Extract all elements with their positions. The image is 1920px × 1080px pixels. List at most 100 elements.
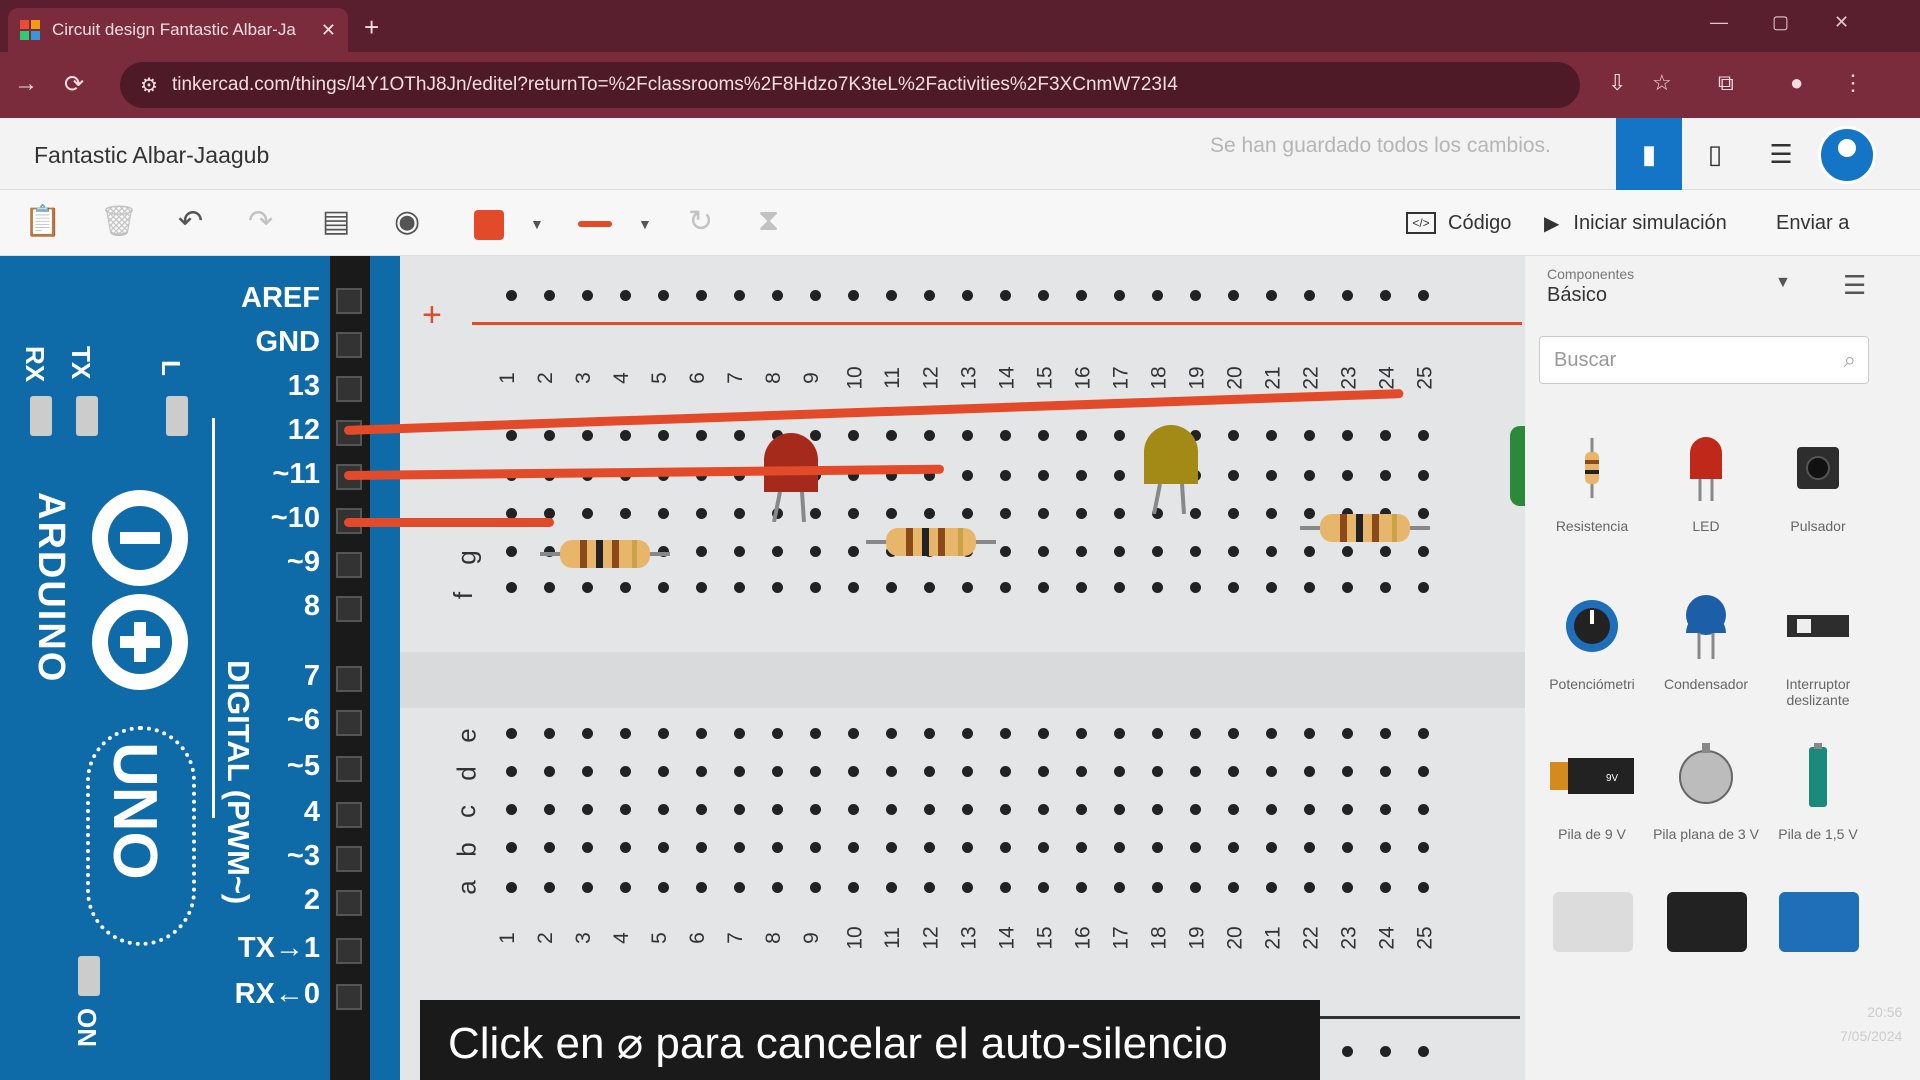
breadboard-hole[interactable]: [1076, 430, 1087, 441]
breadboard-hole[interactable]: [544, 582, 555, 593]
breadboard-hole[interactable]: [1038, 842, 1049, 853]
delete-icon[interactable]: 🗑: [100, 204, 138, 239]
component-tile[interactable]: Pila plana de 3 V: [1653, 734, 1759, 874]
breadboard-hole[interactable]: [1342, 582, 1353, 593]
breadboard-hole[interactable]: [962, 842, 973, 853]
header-pin[interactable]: [336, 666, 362, 692]
breadboard-hole[interactable]: [1228, 842, 1239, 853]
header-pin[interactable]: [336, 376, 362, 402]
breadboard-hole[interactable]: [1038, 728, 1049, 739]
breadboard-hole[interactable]: [962, 508, 973, 519]
breadboard-hole[interactable]: [1190, 842, 1201, 853]
breadboard-hole[interactable]: [620, 290, 631, 301]
reload-icon[interactable]: ⟳: [64, 70, 84, 99]
breadboard-hole[interactable]: [734, 430, 745, 441]
breadboard-hole[interactable]: [1076, 728, 1087, 739]
breadboard-hole[interactable]: [734, 546, 745, 557]
breadboard-hole[interactable]: [658, 728, 669, 739]
breadboard-hole[interactable]: [658, 882, 669, 893]
paste-icon[interactable]: 📋: [24, 204, 61, 239]
breadboard-hole[interactable]: [1000, 546, 1011, 557]
breadboard-hole[interactable]: [582, 430, 593, 441]
breadboard-hole[interactable]: [544, 766, 555, 777]
breadboard-hole[interactable]: [1152, 882, 1163, 893]
breadboard-hole[interactable]: [962, 728, 973, 739]
breadboard-hole[interactable]: [582, 804, 593, 815]
breadboard-hole[interactable]: [1266, 804, 1277, 815]
forward-arrow-icon[interactable]: →: [14, 70, 38, 98]
breadboard-hole[interactable]: [1266, 508, 1277, 519]
breadboard-hole[interactable]: [1228, 290, 1239, 301]
component-tile[interactable]: 9V Pila de 9 V: [1539, 734, 1645, 874]
resistor-2[interactable]: [866, 524, 996, 560]
breadboard-hole[interactable]: [1266, 842, 1277, 853]
breadboard-hole[interactable]: [544, 430, 555, 441]
breadboard-hole[interactable]: [772, 882, 783, 893]
breadboard-hole[interactable]: [1152, 842, 1163, 853]
breadboard-hole[interactable]: [734, 766, 745, 777]
breadboard-hole[interactable]: [1418, 290, 1429, 301]
breadboard-hole[interactable]: [1076, 804, 1087, 815]
breadboard-hole[interactable]: [810, 766, 821, 777]
breadboard-hole[interactable]: [772, 290, 783, 301]
user-avatar[interactable]: [1818, 126, 1876, 184]
breadboard-hole[interactable]: [962, 430, 973, 441]
breadboard-hole[interactable]: [620, 882, 631, 893]
breadboard-hole[interactable]: [1266, 766, 1277, 777]
component-tile[interactable]: Condensador: [1653, 584, 1759, 724]
code-button[interactable]: </> Código: [1392, 202, 1525, 244]
breadboard-hole[interactable]: [658, 766, 669, 777]
breadboard-hole[interactable]: [962, 882, 973, 893]
breadboard-hole[interactable]: [1114, 728, 1125, 739]
breadboard-hole[interactable]: [1418, 470, 1429, 481]
breadboard-hole[interactable]: [1152, 546, 1163, 557]
breadboard-hole[interactable]: [924, 842, 935, 853]
breadboard-hole[interactable]: [1152, 290, 1163, 301]
breadboard-hole[interactable]: [1342, 430, 1353, 441]
breadboard-hole[interactable]: [1114, 508, 1125, 519]
breadboard-hole[interactable]: [772, 546, 783, 557]
header-pin[interactable]: [336, 288, 362, 314]
breadboard-hole[interactable]: [1304, 430, 1315, 441]
undo-icon[interactable]: ↶: [178, 204, 203, 239]
breadboard-hole[interactable]: [886, 430, 897, 441]
breadboard-hole[interactable]: [924, 582, 935, 593]
breadboard-hole[interactable]: [1114, 766, 1125, 777]
breadboard-hole[interactable]: [848, 766, 859, 777]
chevron-down-icon[interactable]: ▼: [530, 216, 544, 232]
breadboard-hole[interactable]: [1304, 290, 1315, 301]
tab-close-icon[interactable]: ✕: [321, 20, 336, 41]
breadboard-hole[interactable]: [1304, 882, 1315, 893]
breadboard-hole[interactable]: [848, 842, 859, 853]
breadboard-hole[interactable]: [1266, 582, 1277, 593]
breadboard-hole[interactable]: [1000, 842, 1011, 853]
header-pin[interactable]: [336, 756, 362, 782]
header-pin[interactable]: [336, 802, 362, 828]
breadboard-hole[interactable]: [1266, 728, 1277, 739]
breadboard-hole[interactable]: [1076, 470, 1087, 481]
breadboard-hole[interactable]: [506, 728, 517, 739]
breadboard-hole[interactable]: [1114, 546, 1125, 557]
breadboard-hole[interactable]: [772, 766, 783, 777]
breadboard-hole[interactable]: [1000, 728, 1011, 739]
breadboard-hole[interactable]: [1152, 728, 1163, 739]
redo-icon[interactable]: ↷: [248, 204, 273, 239]
breadboard-hole[interactable]: [506, 546, 517, 557]
breadboard-hole[interactable]: [734, 842, 745, 853]
breadboard-hole[interactable]: [810, 582, 821, 593]
breadboard-hole[interactable]: [696, 882, 707, 893]
breadboard-hole[interactable]: [734, 804, 745, 815]
breadboard-hole[interactable]: [1038, 582, 1049, 593]
breadboard-hole[interactable]: [1190, 766, 1201, 777]
components-category-select[interactable]: Básico: [1547, 284, 1607, 307]
breadboard-hole[interactable]: [1228, 804, 1239, 815]
breadboard-hole[interactable]: [1228, 766, 1239, 777]
breadboard-hole[interactable]: [810, 882, 821, 893]
breadboard-small-icon[interactable]: [1553, 892, 1633, 952]
header-pin[interactable]: [336, 596, 362, 622]
send-to-button[interactable]: Enviar a: [1776, 202, 1849, 244]
breadboard-hole[interactable]: [696, 804, 707, 815]
breadboard-hole[interactable]: [1418, 882, 1429, 893]
breadboard-hole[interactable]: [1266, 546, 1277, 557]
breadboard-hole[interactable]: [1228, 470, 1239, 481]
